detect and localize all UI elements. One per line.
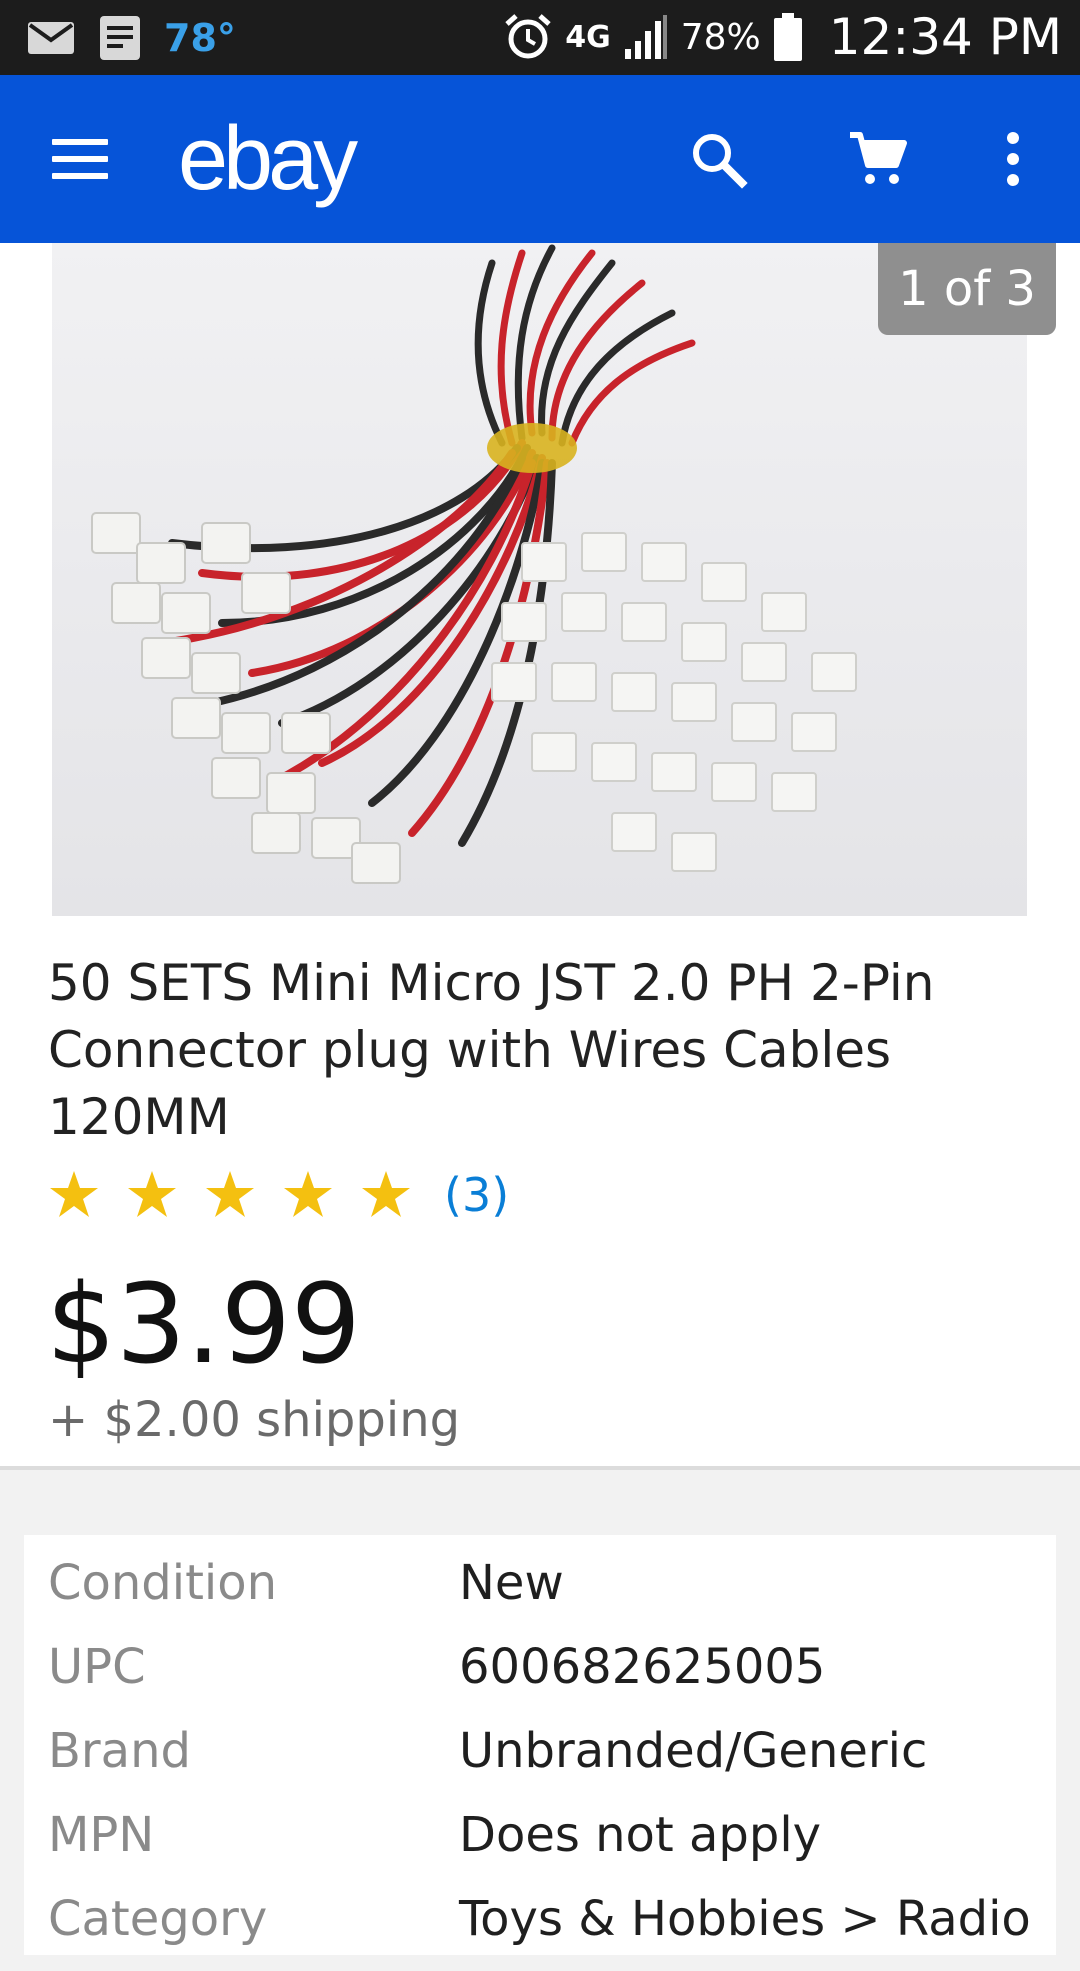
menu-icon-bar (52, 139, 108, 145)
status-bar: 78° 4G 78% 12:34 PM (0, 0, 1080, 75)
product-photo[interactable] (52, 243, 1027, 916)
review-count-link[interactable]: (3) (444, 1168, 509, 1222)
star-icon (206, 1171, 254, 1217)
spec-row-upc: UPC 600682625005 (48, 1639, 1038, 1719)
product-image-gallery[interactable]: 1 of 3 (0, 243, 1080, 916)
battery-percent: 78% (680, 16, 761, 58)
spec-label: MPN (48, 1807, 155, 1863)
status-bar-notifications: 78° (26, 10, 236, 65)
spec-row-category: Category Toys & Hobbies > Radio (48, 1891, 1038, 1971)
clock: 12:34 PM (828, 8, 1062, 66)
image-counter-badge: 1 of 3 (878, 243, 1056, 335)
note-icon (100, 15, 140, 60)
mail-icon (28, 21, 74, 54)
search-icon (693, 134, 748, 189)
cart-icon (850, 132, 907, 184)
star-icon (50, 1171, 98, 1217)
spec-label: Condition (48, 1555, 278, 1611)
signal-icon (624, 15, 667, 59)
spec-value: Does not apply (459, 1807, 822, 1863)
product-summary: 50 SETS Mini Micro JST 2.0 PH 2-Pin Conn… (0, 916, 1080, 1470)
spec-value: New (459, 1555, 564, 1611)
spec-label: Brand (48, 1723, 191, 1779)
product-image-illustration (91, 244, 857, 884)
spec-label: Category (48, 1891, 268, 1947)
menu-icon-bar (52, 173, 108, 179)
spec-row-brand: Brand Unbranded/Generic (48, 1723, 1038, 1803)
menu-icon-bar (52, 156, 108, 162)
shipping-cost: + $2.00 shipping (48, 1392, 461, 1448)
more-options-button[interactable] (978, 124, 1048, 194)
cart-button[interactable] (843, 124, 913, 194)
network-type-label: 4G (565, 19, 611, 55)
more-vert-icon (1007, 132, 1019, 186)
spec-row-mpn: MPN Does not apply (48, 1807, 1038, 1887)
star-icon (362, 1171, 410, 1217)
spec-row-condition: Condition New (48, 1555, 1038, 1635)
spec-value: Unbranded/Generic (459, 1723, 928, 1779)
product-title: 50 SETS Mini Micro JST 2.0 PH 2-Pin Conn… (48, 954, 935, 1146)
star-icon (128, 1171, 176, 1217)
battery-icon (773, 13, 802, 61)
app-header: ebay (0, 75, 1080, 243)
search-button[interactable] (683, 124, 753, 194)
price: $3.99 (46, 1260, 361, 1388)
spec-value[interactable]: Toys & Hobbies > Radio (459, 1891, 1031, 1947)
alarm-icon (505, 14, 551, 59)
item-specifics-card: Condition New UPC 600682625005 Brand Unb… (24, 1535, 1056, 1955)
menu-button[interactable] (52, 129, 112, 189)
rating-row[interactable]: (3) (48, 1168, 509, 1222)
star-icon (284, 1171, 332, 1217)
spec-value: 600682625005 (459, 1639, 826, 1695)
ebay-logo[interactable]: ebay (178, 109, 358, 209)
weather-temperature: 78° (164, 15, 236, 60)
status-bar-system: 4G 78% 12:34 PM (503, 6, 1062, 68)
spec-label: UPC (48, 1639, 146, 1695)
